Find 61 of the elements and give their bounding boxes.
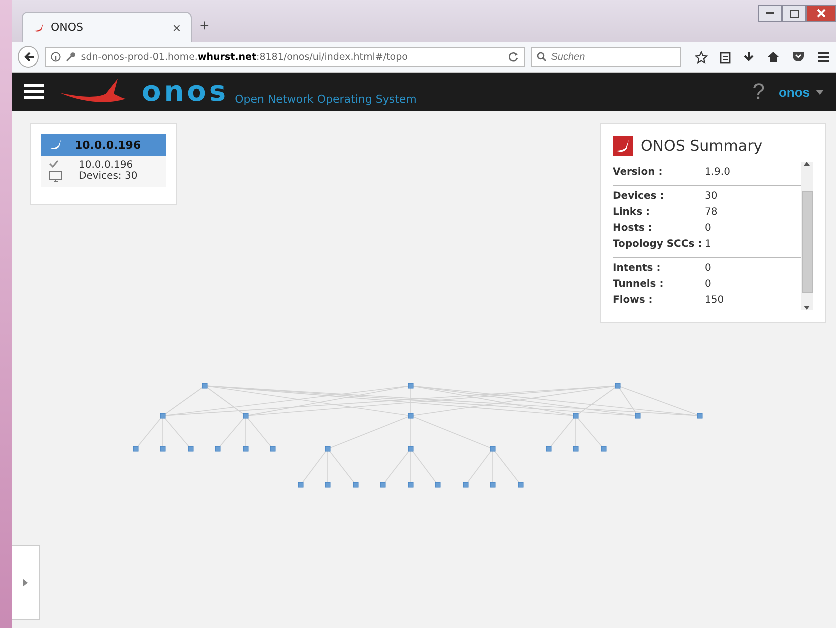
stat-value: 1 <box>705 238 712 252</box>
stat-label: Tunnels : <box>613 278 665 292</box>
close-tab-button[interactable]: × <box>172 20 181 36</box>
stat-value: 0 <box>705 222 712 236</box>
stat-label: Flows : <box>613 294 654 308</box>
stat-label: Version : <box>613 166 664 180</box>
scroll-up-icon[interactable] <box>804 162 810 166</box>
summary-title: ONOS Summary <box>641 137 763 155</box>
user-menu[interactable]: onos <box>778 84 824 100</box>
key-icon <box>66 52 76 62</box>
close-icon <box>816 9 826 18</box>
maximize-icon <box>790 10 798 18</box>
bird-icon <box>49 138 63 152</box>
stat-value: 78 <box>705 206 719 220</box>
clipboard-icon[interactable] <box>720 50 731 64</box>
monitor-icon <box>49 171 63 183</box>
minimize-button[interactable] <box>758 5 782 22</box>
details-toggle-button[interactable] <box>12 545 40 620</box>
search-field[interactable]: Suchen <box>531 47 681 67</box>
bird-logo-icon <box>613 136 633 156</box>
stat-value: 0 <box>705 262 712 276</box>
cluster-title[interactable]: 10.0.0.196 <box>41 134 166 156</box>
expand-arrow-icon <box>23 578 28 586</box>
home-icon[interactable] <box>767 51 780 63</box>
menu-button[interactable] <box>24 84 44 100</box>
logo-text: onos <box>142 78 230 106</box>
help-button[interactable]: ? <box>752 79 765 105</box>
scroll-down-icon[interactable] <box>804 306 810 310</box>
reload-icon[interactable] <box>509 52 520 62</box>
back-button[interactable] <box>18 46 40 68</box>
pocket-icon[interactable] <box>792 51 805 63</box>
browser-tab[interactable]: ONOS × <box>22 12 192 42</box>
stat-value: 1.9.0 <box>705 166 732 180</box>
stat-label: Intents : <box>613 262 662 276</box>
maximize-button[interactable] <box>782 5 806 22</box>
minimize-icon <box>766 12 774 15</box>
tab-favicon-icon <box>33 22 45 34</box>
scrollbar[interactable] <box>801 162 813 310</box>
stat-value: 150 <box>705 294 726 308</box>
tagline: Open Network Operating System <box>235 93 418 106</box>
download-icon[interactable] <box>743 50 755 64</box>
caret-icon <box>816 90 824 94</box>
stat-value: 30 <box>705 190 719 204</box>
stat-label: Links : <box>613 206 652 220</box>
stat-label: Hosts : <box>613 222 654 236</box>
stat-label: Devices : <box>613 190 666 204</box>
tab-title: ONOS <box>51 21 85 34</box>
device-count: Devices: 30 <box>79 171 139 183</box>
cluster-ip: 10.0.0.196 <box>75 138 142 152</box>
stat-label: Topology SCCs : <box>613 238 704 252</box>
menu-icon[interactable] <box>817 51 830 63</box>
close-window-button[interactable] <box>806 5 836 22</box>
search-icon <box>537 52 548 62</box>
info-icon <box>51 52 62 62</box>
star-icon[interactable] <box>695 50 708 64</box>
address-field[interactable]: sdn-onos-prod-01.home.whurst.net:8181/onos/ui/index.html#/topo <box>45 47 526 67</box>
member-ip: 10.0.0.196 <box>79 160 134 171</box>
url-text: sdn-onos-prod-01.home.whurst.net:8181/onos/ui/index.html#/topo <box>81 52 409 62</box>
stat-value: 0 <box>705 278 712 292</box>
new-tab-button[interactable]: + <box>200 18 210 36</box>
back-arrow-icon <box>22 51 35 63</box>
